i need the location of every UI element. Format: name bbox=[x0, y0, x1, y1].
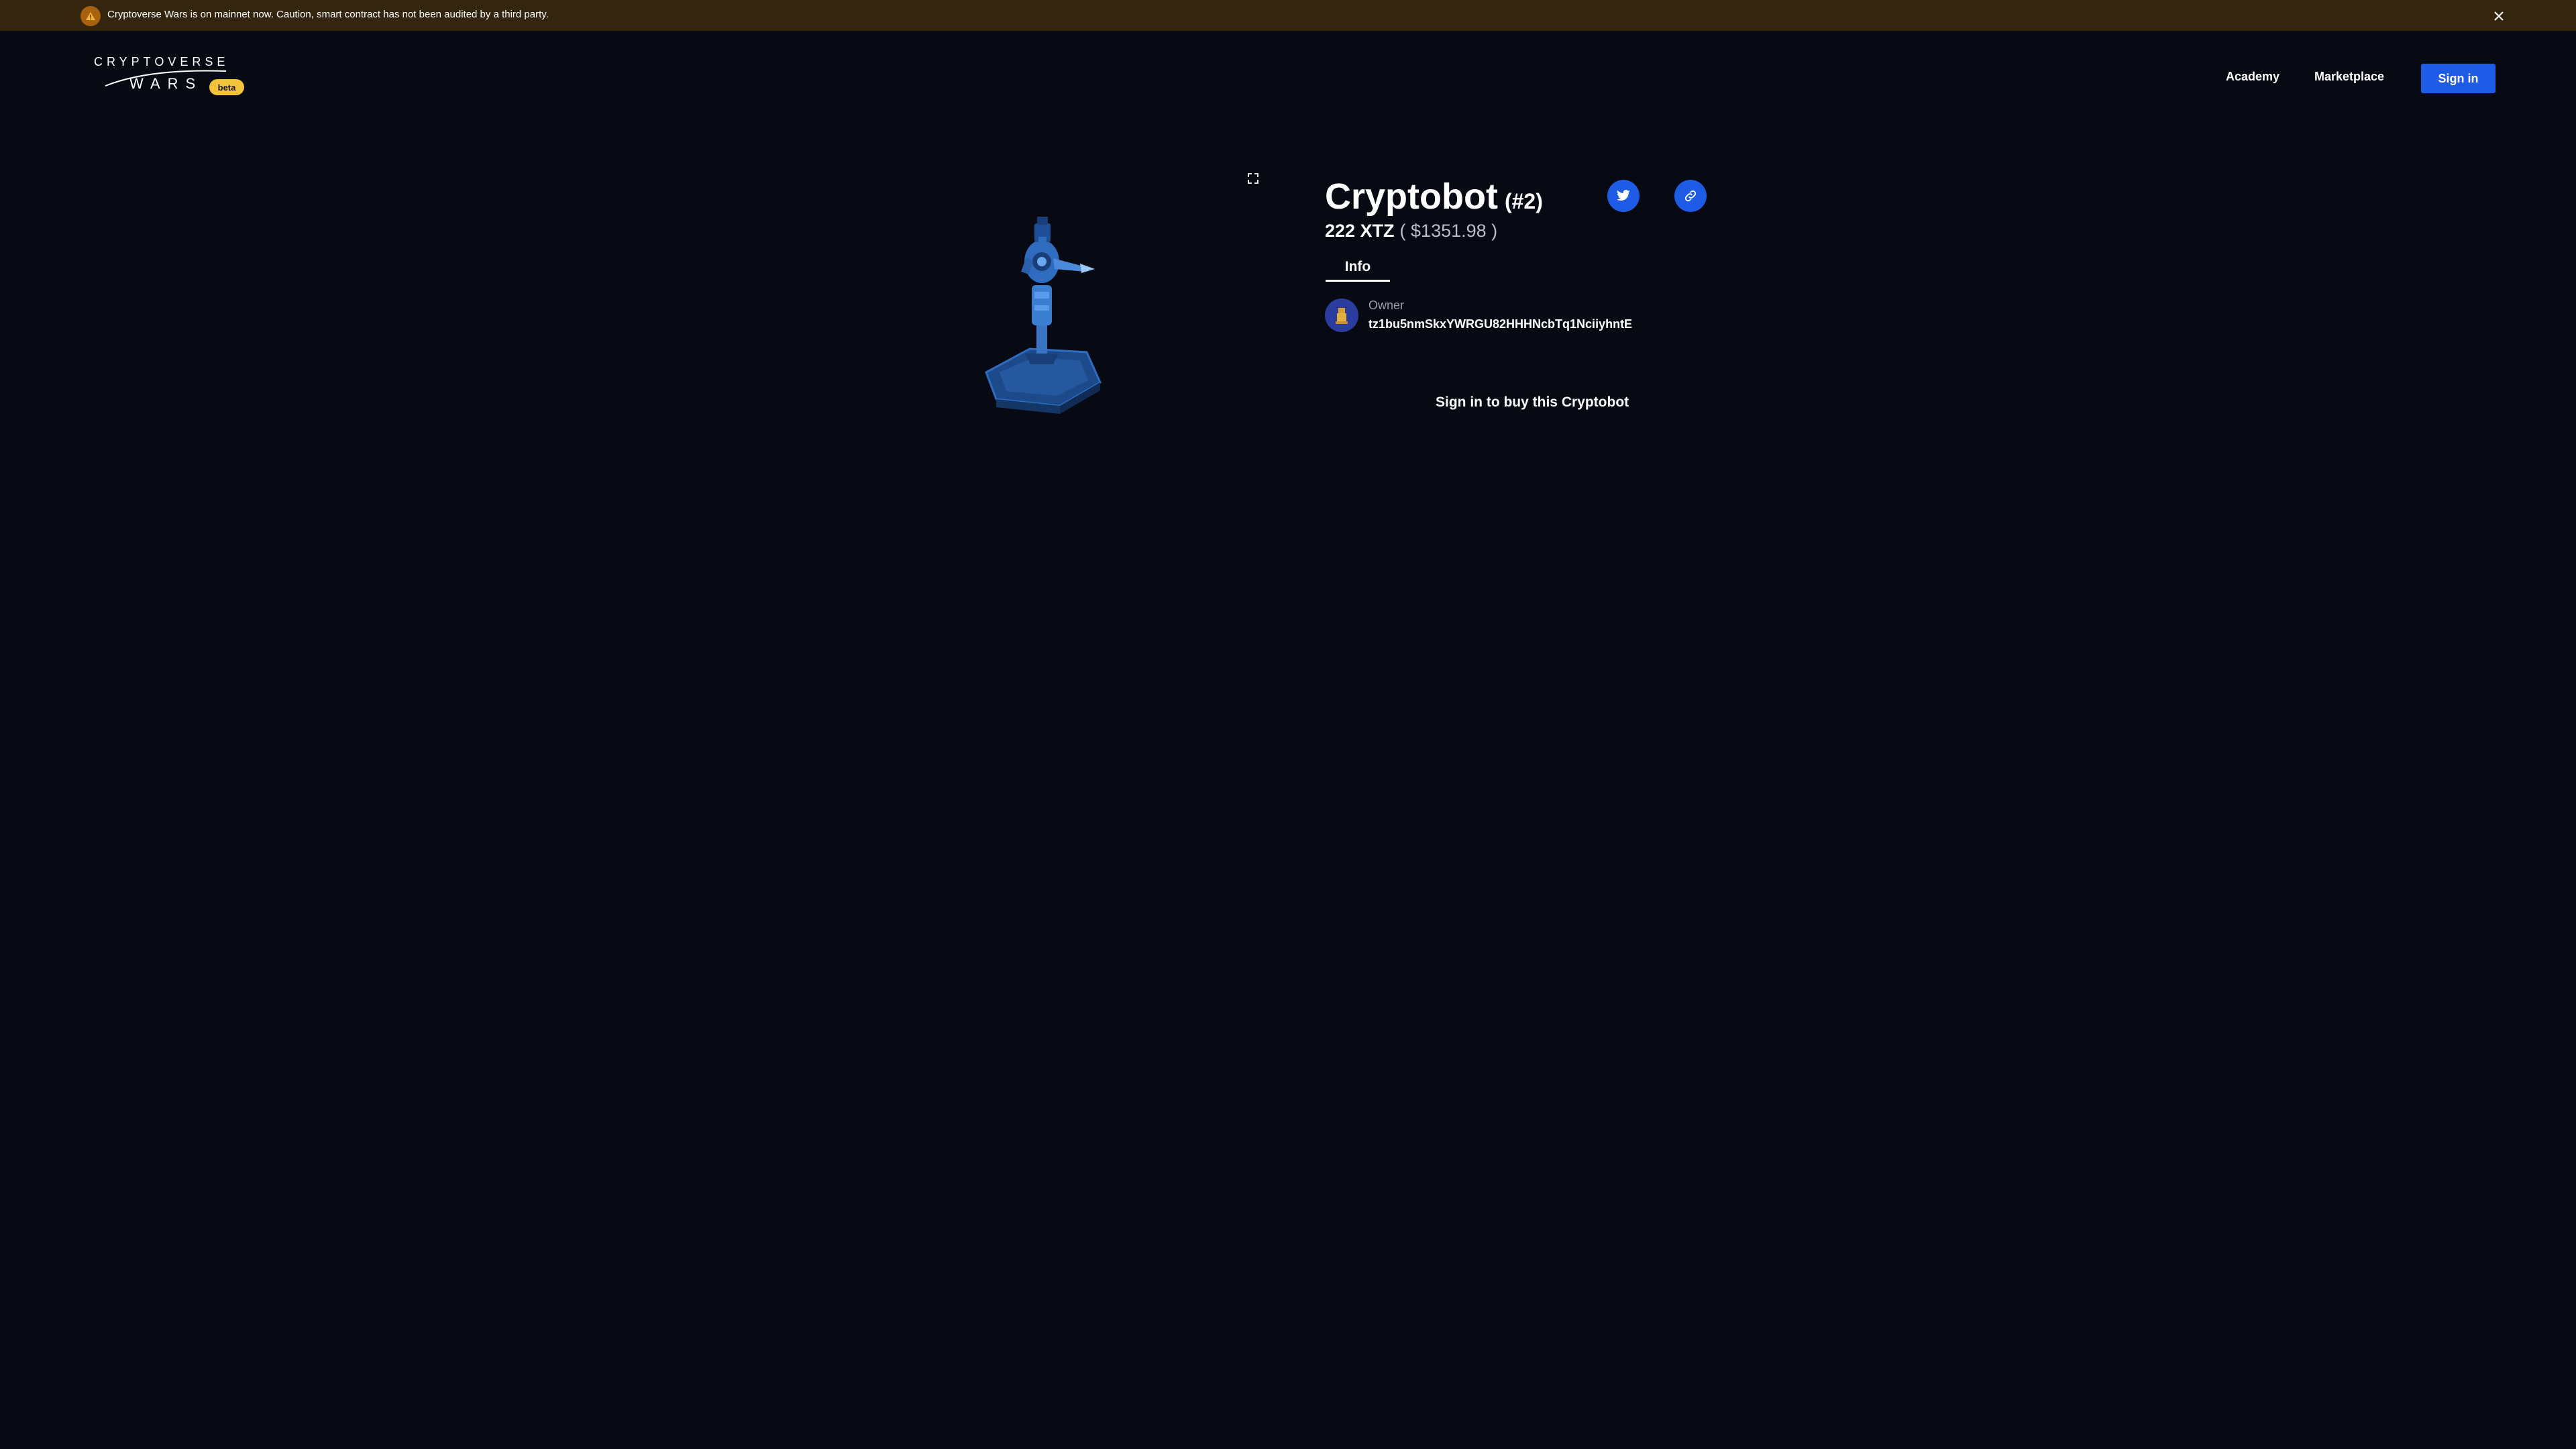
beta-badge: beta bbox=[209, 79, 244, 95]
item-price: 222 XTZ( $1351.98 ) bbox=[1325, 221, 1497, 241]
twitter-icon bbox=[1617, 190, 1630, 201]
item-name: Cryptobot bbox=[1325, 176, 1498, 217]
logo-title-bottom: WARS bbox=[129, 75, 203, 92]
nav-academy[interactable]: Academy bbox=[2226, 70, 2279, 84]
nav-marketplace[interactable]: Marketplace bbox=[2314, 70, 2384, 84]
price-xtz: 222 XTZ bbox=[1325, 221, 1395, 241]
item-title: Cryptobot (#2) bbox=[1325, 176, 1543, 217]
sign-in-to-buy-link[interactable]: Sign in to buy this Cryptobot bbox=[1436, 394, 1629, 411]
expand-icon[interactable] bbox=[1246, 172, 1260, 185]
copy-link-button[interactable] bbox=[1674, 180, 1707, 212]
owner-label: Owner bbox=[1368, 299, 1405, 312]
banner-message: Cryptoverse Wars is on mainnet now. Caut… bbox=[107, 9, 549, 20]
twitter-share-button[interactable] bbox=[1607, 180, 1640, 212]
price-usd: ( $1351.98 ) bbox=[1399, 221, 1498, 241]
warning-banner: Cryptoverse Wars is on mainnet now. Caut… bbox=[0, 0, 2576, 31]
cryptobot-image bbox=[973, 205, 1114, 419]
sign-in-button[interactable]: Sign in bbox=[2421, 64, 2496, 93]
item-id: (#2) bbox=[1504, 189, 1543, 213]
close-icon[interactable] bbox=[2489, 6, 2509, 26]
warning-icon bbox=[80, 6, 101, 26]
tab-info[interactable]: Info bbox=[1326, 256, 1390, 282]
owner-address[interactable]: tz1bu5nmSkxYWRGU82HHHNcbTq1NciiyhntE bbox=[1368, 317, 1632, 331]
owner-avatar[interactable] bbox=[1325, 299, 1358, 332]
link-icon bbox=[1684, 190, 1697, 202]
